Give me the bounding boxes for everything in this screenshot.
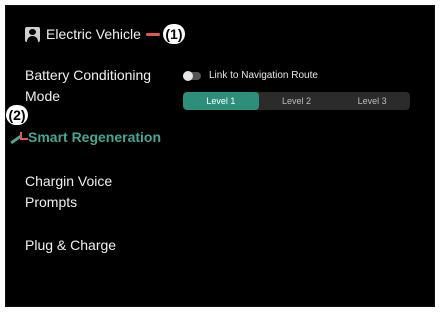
menu-item-label: Plug & Charge: [25, 237, 117, 253]
page-title: Electric Vehicle: [46, 26, 141, 42]
ev-settings-screen: Electric Vehicle (1) Battery Conditionin…: [5, 5, 435, 307]
level-selector: Level 1 Level 2 Level 3: [183, 92, 410, 110]
menu-item-battery-conditioning[interactable]: Battery Conditioning Mode: [25, 65, 151, 107]
link-navigation-toggle[interactable]: [183, 70, 201, 81]
callout-2-badge: (2): [6, 105, 28, 125]
level-1-option[interactable]: Level 1: [183, 92, 259, 110]
menu-item-label: Smart Regeneration: [28, 129, 162, 145]
menu-item-charging-voice-prompts[interactable]: Chargin Voice Prompts: [25, 171, 112, 213]
menu-item-label-line2: Mode: [25, 88, 61, 104]
header: Electric Vehicle (1): [25, 22, 185, 46]
link-navigation-toggle-row[interactable]: Link to Navigation Route: [183, 70, 318, 81]
callout-1-leader-line: [145, 32, 160, 36]
menu-item-label-line2: Prompts: [25, 194, 78, 210]
menu-item-smart-regeneration[interactable]: Smart Regeneration: [28, 127, 161, 148]
menu-item-label-line1: Battery Conditioning: [25, 67, 152, 83]
user-profile-icon: [25, 26, 40, 42]
callout-1-badge: (1): [162, 24, 185, 44]
level-2-option[interactable]: Level 2: [259, 92, 335, 110]
level-3-option[interactable]: Level 3: [334, 92, 410, 110]
menu-item-label-line1: Chargin Voice: [25, 173, 113, 189]
toggle-knob: [183, 70, 193, 81]
toggle-label: Link to Navigation Route: [209, 70, 318, 81]
selection-marker: [20, 132, 28, 140]
menu-item-plug-and-charge[interactable]: Plug & Charge: [25, 235, 116, 256]
